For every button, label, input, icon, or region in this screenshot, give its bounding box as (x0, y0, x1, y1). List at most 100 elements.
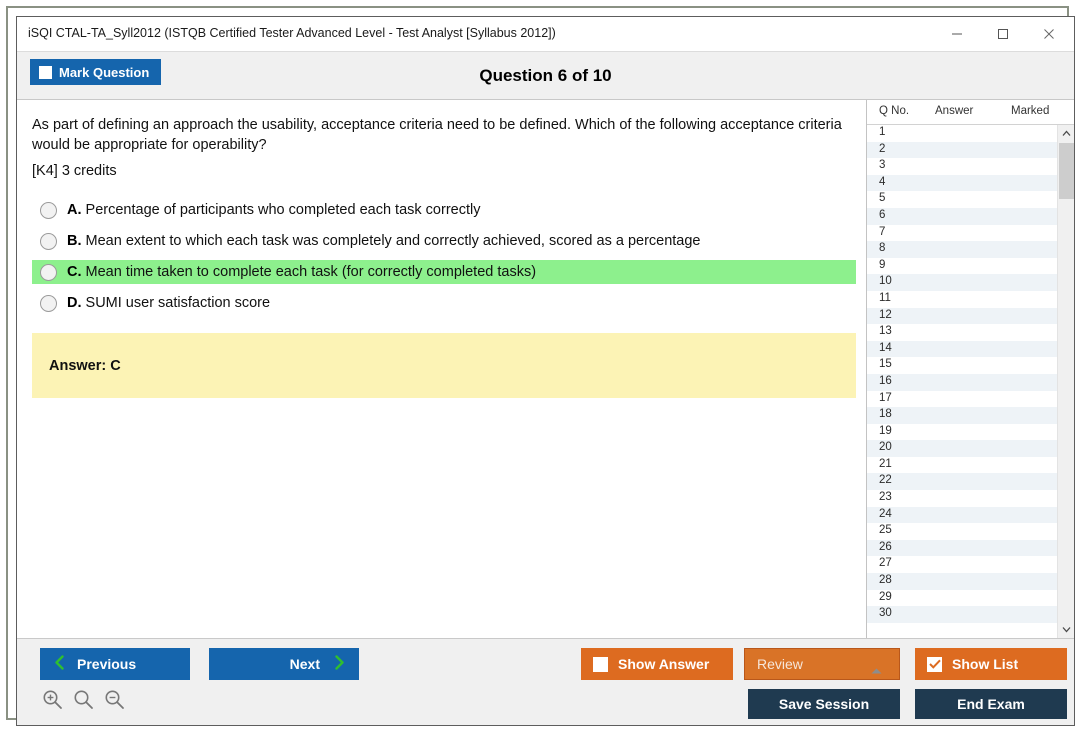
mark-question-button[interactable]: Mark Question (30, 59, 162, 85)
question-list-row-number: 18 (879, 408, 892, 421)
save-session-label: Save Session (778, 696, 870, 712)
question-list-row[interactable]: 7 (867, 224, 1057, 242)
question-list-row[interactable]: 5 (867, 191, 1057, 208)
scroll-up-arrow-icon[interactable] (1058, 125, 1074, 142)
question-list-row[interactable]: 20 (867, 440, 1057, 457)
question-list-row-number: 13 (879, 325, 892, 338)
chevron-up-icon (870, 662, 883, 678)
question-list-row[interactable]: 2 (867, 141, 1057, 159)
question-list-row-number: 14 (879, 341, 892, 354)
close-icon (1043, 28, 1055, 40)
window-inner-frame: iSQI CTAL-TA_Syll2012 (ISTQB Certified T… (16, 16, 1075, 726)
question-list-row[interactable]: 24 (867, 506, 1057, 524)
answer-option-a-label: A. Percentage of participants who comple… (67, 202, 480, 218)
answer-option-d-label: D. SUMI user satisfaction score (67, 295, 270, 311)
radio-button-c[interactable] (40, 263, 57, 281)
minimize-icon (951, 28, 963, 40)
question-counter: Question 6 of 10 (479, 66, 612, 85)
question-list-row-number: 29 (879, 590, 892, 603)
next-button[interactable]: Next (209, 648, 359, 680)
show-list-button[interactable]: Show List (915, 648, 1067, 680)
question-list-row-number: 11 (879, 291, 891, 304)
question-list-row[interactable]: 11 (867, 290, 1057, 308)
question-list-row[interactable]: 9 (867, 257, 1057, 275)
question-list-row[interactable]: 14 (867, 340, 1057, 358)
question-list-row-number: 20 (879, 441, 892, 454)
question-list-row[interactable]: 25 (867, 523, 1057, 540)
answer-options-list: A. Percentage of participants who comple… (32, 198, 856, 322)
question-list-row[interactable]: 1 (867, 125, 1057, 142)
maximize-icon (997, 28, 1009, 40)
question-list-row[interactable]: 17 (867, 390, 1057, 408)
radio-button-d[interactable] (40, 294, 57, 312)
answer-option-b-text: Mean extent to which each task was compl… (85, 233, 701, 249)
scroll-down-arrow-icon[interactable] (1058, 621, 1074, 638)
question-list-row[interactable]: 22 (867, 473, 1057, 491)
question-list-row-number: 22 (879, 474, 892, 487)
question-list-row-number: 26 (879, 540, 892, 553)
question-text: As part of defining an approach the usab… (32, 117, 842, 153)
zoom-reset-icon[interactable] (73, 689, 94, 715)
column-header-qno: Q No. (879, 105, 910, 117)
title-bar: iSQI CTAL-TA_Syll2012 (ISTQB Certified T… (17, 17, 1074, 52)
review-dropdown[interactable]: Review (744, 648, 900, 680)
end-exam-label: End Exam (957, 696, 1025, 712)
answer-option-a-text: Percentage of participants who completed… (85, 202, 481, 218)
question-list-row[interactable]: 19 (867, 423, 1057, 441)
question-list-row[interactable]: 8 (867, 241, 1057, 258)
question-list-row[interactable]: 16 (867, 373, 1057, 391)
question-list-row[interactable]: 13 (867, 324, 1057, 341)
show-answer-button[interactable]: Show Answer (581, 648, 733, 680)
save-session-button[interactable]: Save Session (748, 689, 900, 719)
answer-option-c-label: C. Mean time taken to complete each task… (67, 264, 536, 280)
question-list-row[interactable]: 18 (867, 407, 1057, 424)
question-list-row[interactable]: 30 (867, 606, 1057, 623)
scrollbar-thumb[interactable] (1059, 143, 1074, 199)
question-list-row-number: 28 (879, 574, 892, 587)
question-list-row[interactable]: 3 (867, 158, 1057, 175)
question-list-scrollbar[interactable] (1057, 125, 1074, 638)
question-list-row[interactable]: 28 (867, 573, 1057, 590)
question-list-row[interactable]: 10 (867, 274, 1057, 291)
question-list-row[interactable]: 4 (867, 174, 1057, 192)
question-list-row[interactable]: 26 (867, 539, 1057, 557)
question-list-header: Q No. Answer Marked (867, 100, 1074, 125)
answer-option-a[interactable]: A. Percentage of participants who comple… (32, 198, 856, 222)
mark-question-checkbox[interactable] (39, 65, 52, 79)
question-list-row-number: 9 (879, 258, 886, 271)
question-list-rows: 1 2 3 4 5 6 7 8 9 10 11 12 13 14 15 16 17 18 19 20 21 22 23 24 2… (867, 125, 1057, 623)
content-area: As part of defining an approach the usab… (17, 100, 1074, 638)
question-list-row[interactable]: 12 (867, 307, 1057, 325)
end-exam-button[interactable]: End Exam (915, 689, 1067, 719)
question-list-panel: Q No. Answer Marked 1 2 3 4 5 6 7 8 9 10 11 12 13 14 1… (866, 100, 1074, 638)
question-list-row[interactable]: 6 (867, 207, 1057, 225)
question-list-row[interactable]: 23 (867, 490, 1057, 507)
footer-toolbar: Previous Next Show Answer Review Show Li… (17, 638, 1074, 725)
question-list-row-number: 3 (879, 159, 886, 172)
show-answer-checkbox[interactable] (593, 656, 608, 672)
answer-option-a-letter: A. (67, 202, 82, 218)
maximize-button[interactable] (980, 17, 1026, 51)
answer-option-d[interactable]: D. SUMI user satisfaction score (32, 291, 856, 315)
show-list-checkbox[interactable] (927, 656, 942, 672)
question-list-row[interactable]: 29 (867, 589, 1057, 607)
radio-button-a[interactable] (40, 201, 57, 219)
radio-button-b[interactable] (40, 232, 57, 250)
next-button-label: Next (289, 656, 320, 672)
minimize-button[interactable] (934, 17, 980, 51)
answer-option-d-letter: D. (67, 295, 82, 311)
previous-button[interactable]: Previous (40, 648, 190, 680)
window-outer-border: iSQI CTAL-TA_Syll2012 (ISTQB Certified T… (6, 6, 1075, 726)
close-button[interactable] (1026, 17, 1072, 51)
question-list-row-number: 4 (879, 175, 886, 188)
question-list-row[interactable]: 21 (867, 456, 1057, 474)
question-list-row[interactable]: 27 (867, 556, 1057, 574)
question-list-row-number: 30 (879, 607, 892, 620)
answer-option-c[interactable]: C. Mean time taken to complete each task… (32, 260, 856, 284)
answer-option-b[interactable]: B. Mean extent to which each task was co… (32, 229, 856, 253)
question-list-row-number: 6 (879, 208, 886, 221)
question-list-row[interactable]: 15 (867, 357, 1057, 374)
answer-option-c-letter: C. (67, 264, 82, 280)
zoom-out-icon[interactable] (104, 689, 125, 715)
zoom-in-icon[interactable] (42, 689, 63, 715)
